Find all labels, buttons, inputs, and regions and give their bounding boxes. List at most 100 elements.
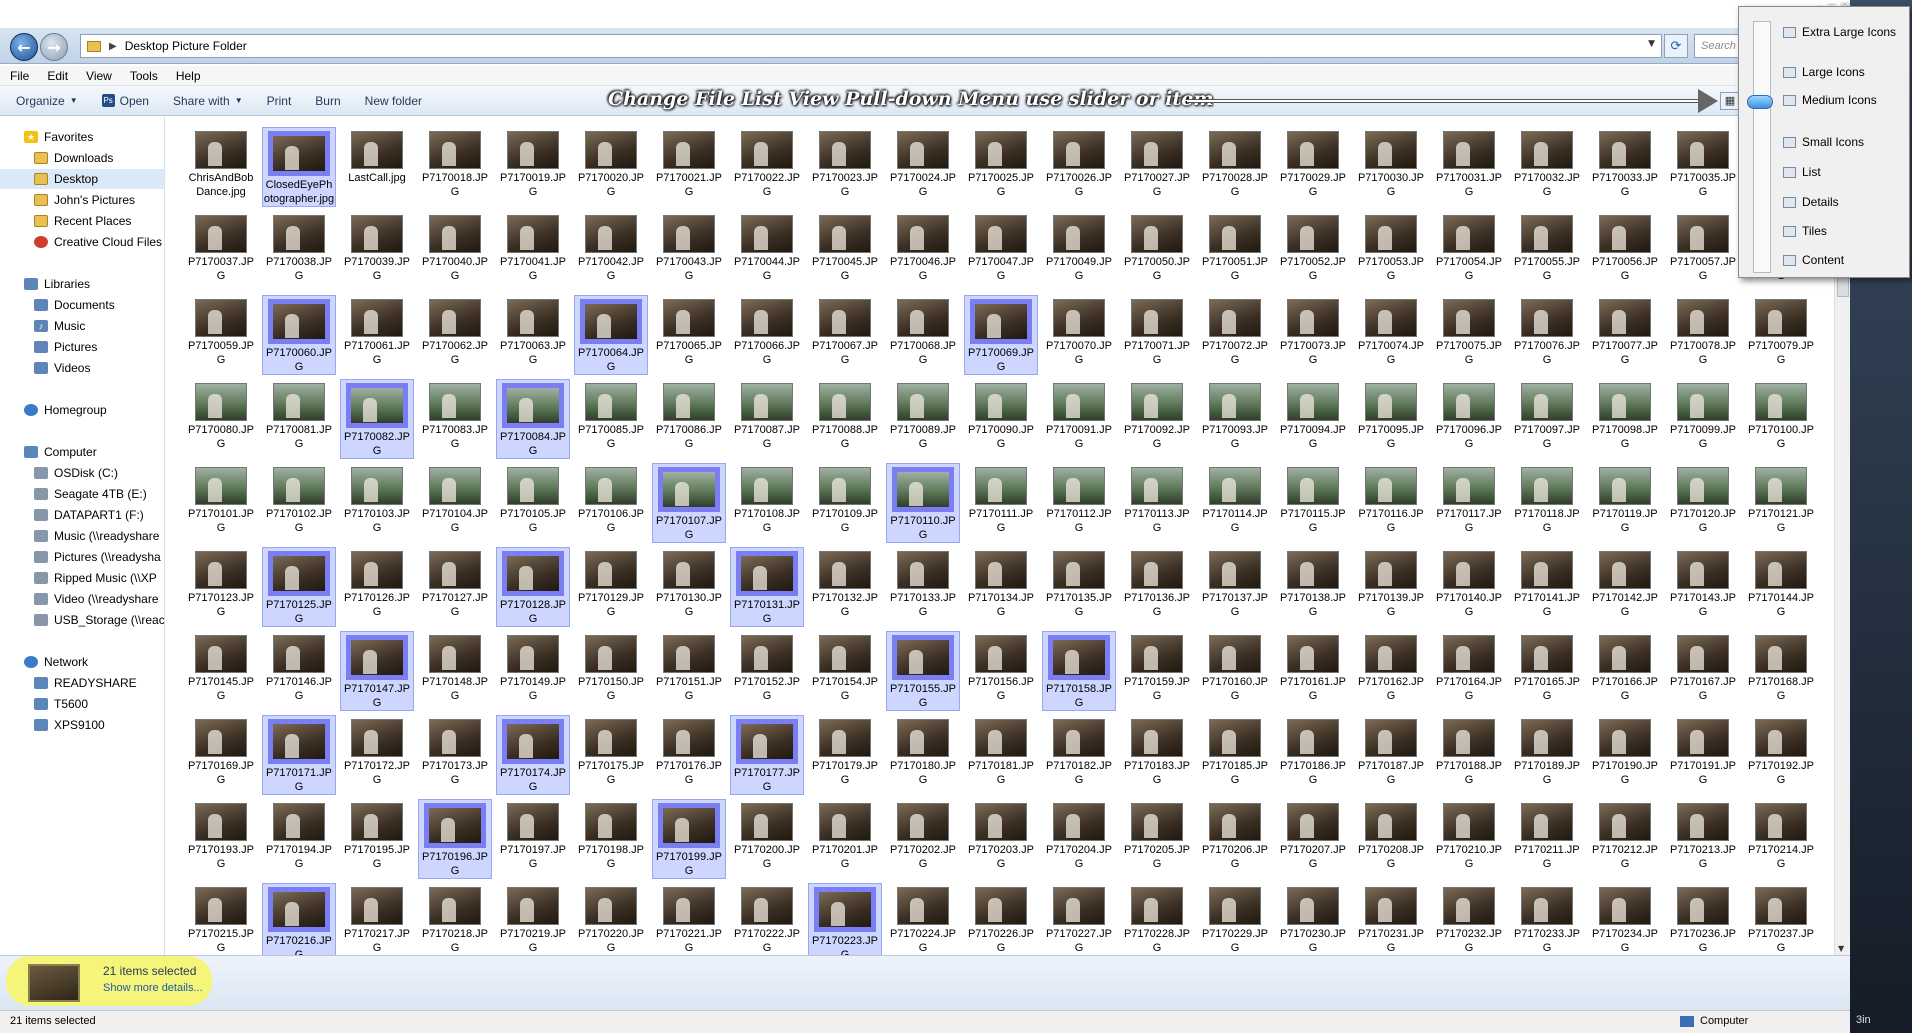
file-item[interactable]: P7170062.JPG [418,295,492,375]
file-item[interactable]: P7170081.JPG [262,379,336,459]
file-item[interactable]: P7170085.JPG [574,379,648,459]
file-item[interactable]: P7170039.JPG [340,211,414,291]
file-item[interactable]: P7170233.JPG [1510,883,1584,955]
file-item[interactable]: P7170112.JPG [1042,463,1116,543]
file-item[interactable]: P7170033.JPG [1588,127,1662,207]
change-view-button[interactable]: ▦ [1720,92,1740,110]
file-item[interactable]: P7170148.JPG [418,631,492,711]
file-item[interactable]: P7170177.JPG [730,715,804,795]
file-item[interactable]: P7170215.JPG [184,883,258,955]
nav-network-header[interactable]: Network [24,652,188,672]
file-item[interactable]: P7170132.JPG [808,547,882,627]
view-option-list[interactable]: List [1783,165,1821,179]
file-item[interactable]: P7170096.JPG [1432,379,1506,459]
file-item[interactable]: P7170221.JPG [652,883,726,955]
file-item[interactable]: P7170237.JPG [1744,883,1818,955]
file-item[interactable]: P7170045.JPG [808,211,882,291]
file-item[interactable]: P7170044.JPG [730,211,804,291]
file-item[interactable]: P7170180.JPG [886,715,960,795]
file-item[interactable]: P7170042.JPG [574,211,648,291]
file-list-view[interactable]: ChrisAndBobDance.jpg ClosedEyePhotographe… [166,117,1834,955]
file-item[interactable]: P7170101.JPG [184,463,258,543]
file-item[interactable]: P7170103.JPG [340,463,414,543]
nav-item-pictures[interactable]: Pictures [0,337,164,357]
file-item[interactable]: P7170071.JPG [1120,295,1194,375]
file-item[interactable]: P7170198.JPG [574,799,648,879]
file-item[interactable]: P7170208.JPG [1354,799,1428,879]
nav-homegroup-header[interactable]: Homegroup [24,400,188,420]
file-item[interactable]: P7170098.JPG [1588,379,1662,459]
nav-item-pictures-share[interactable]: Pictures (\\readysha [0,547,164,567]
file-item[interactable]: P7170186.JPG [1276,715,1350,795]
file-item[interactable]: P7170037.JPG [184,211,258,291]
nav-item-desktop[interactable]: Desktop [0,169,164,189]
file-item[interactable]: P7170108.JPG [730,463,804,543]
file-item[interactable]: P7170070.JPG [1042,295,1116,375]
file-item[interactable]: P7170141.JPG [1510,547,1584,627]
file-item[interactable]: P7170196.JPG [418,799,492,879]
file-item[interactable]: P7170065.JPG [652,295,726,375]
file-item[interactable]: P7170120.JPG [1666,463,1740,543]
file-item[interactable]: P7170078.JPG [1666,295,1740,375]
file-item[interactable]: P7170165.JPG [1510,631,1584,711]
file-item[interactable]: P7170099.JPG [1666,379,1740,459]
file-item[interactable]: P7170125.JPG [262,547,336,627]
file-item[interactable]: P7170135.JPG [1042,547,1116,627]
file-item[interactable]: P7170049.JPG [1042,211,1116,291]
nav-item-readyshare[interactable]: READYSHARE [0,673,164,693]
file-item[interactable]: P7170214.JPG [1744,799,1818,879]
file-item[interactable]: P7170137.JPG [1198,547,1272,627]
file-item[interactable]: P7170154.JPG [808,631,882,711]
share-with-button[interactable]: Share with ▼ [173,94,243,108]
file-item[interactable]: P7170144.JPG [1744,547,1818,627]
file-item[interactable]: P7170066.JPG [730,295,804,375]
file-item[interactable]: P7170063.JPG [496,295,570,375]
file-item[interactable]: P7170212.JPG [1588,799,1662,879]
file-item[interactable]: P7170146.JPG [262,631,336,711]
file-item[interactable]: P7170210.JPG [1432,799,1506,879]
file-item[interactable]: P7170232.JPG [1432,883,1506,955]
file-item[interactable]: P7170158.JPG [1042,631,1116,711]
file-item[interactable]: P7170164.JPG [1432,631,1506,711]
file-item[interactable]: P7170022.JPG [730,127,804,207]
file-item[interactable]: P7170068.JPG [886,295,960,375]
file-item[interactable]: P7170169.JPG [184,715,258,795]
nav-item-music[interactable]: ♪ Music [0,316,164,336]
file-item[interactable]: P7170220.JPG [574,883,648,955]
nav-computer-header[interactable]: Computer [24,442,188,462]
file-item[interactable]: P7170117.JPG [1432,463,1506,543]
file-item[interactable]: P7170201.JPG [808,799,882,879]
file-item[interactable]: P7170136.JPG [1120,547,1194,627]
file-item[interactable]: P7170168.JPG [1744,631,1818,711]
file-item[interactable]: P7170043.JPG [652,211,726,291]
file-item[interactable]: P7170155.JPG [886,631,960,711]
file-item[interactable]: P7170053.JPG [1354,211,1428,291]
scroll-down-arrow-icon[interactable]: ▼ [1838,944,1844,953]
file-item[interactable]: P7170067.JPG [808,295,882,375]
file-item[interactable]: P7170104.JPG [418,463,492,543]
file-item[interactable]: P7170090.JPG [964,379,1038,459]
show-more-details-link[interactable]: Show more details... [103,982,203,994]
file-item[interactable]: P7170133.JPG [886,547,960,627]
file-item[interactable]: P7170029.JPG [1276,127,1350,207]
file-item[interactable]: P7170028.JPG [1198,127,1272,207]
file-item[interactable]: P7170126.JPG [340,547,414,627]
nav-item-video-share[interactable]: Video (\\readyshare [0,589,164,609]
file-item[interactable]: P7170231.JPG [1354,883,1428,955]
file-item[interactable]: P7170139.JPG [1354,547,1428,627]
file-item[interactable]: P7170032.JPG [1510,127,1584,207]
view-option-content[interactable]: Content [1783,253,1844,267]
file-item[interactable]: P7170080.JPG [184,379,258,459]
file-item[interactable]: P7170094.JPG [1276,379,1350,459]
file-item[interactable]: P7170152.JPG [730,631,804,711]
back-button[interactable]: ← [10,33,38,61]
file-item[interactable]: P7170128.JPG [496,547,570,627]
file-item[interactable]: P7170194.JPG [262,799,336,879]
file-item[interactable]: P7170114.JPG [1198,463,1272,543]
view-option-medium-icons[interactable]: Medium Icons [1783,93,1877,107]
nav-item-music-share[interactable]: Music (\\readyshare [0,526,164,546]
file-item[interactable]: P7170142.JPG [1588,547,1662,627]
file-item[interactable]: P7170172.JPG [340,715,414,795]
file-item[interactable]: P7170055.JPG [1510,211,1584,291]
file-item[interactable]: P7170162.JPG [1354,631,1428,711]
